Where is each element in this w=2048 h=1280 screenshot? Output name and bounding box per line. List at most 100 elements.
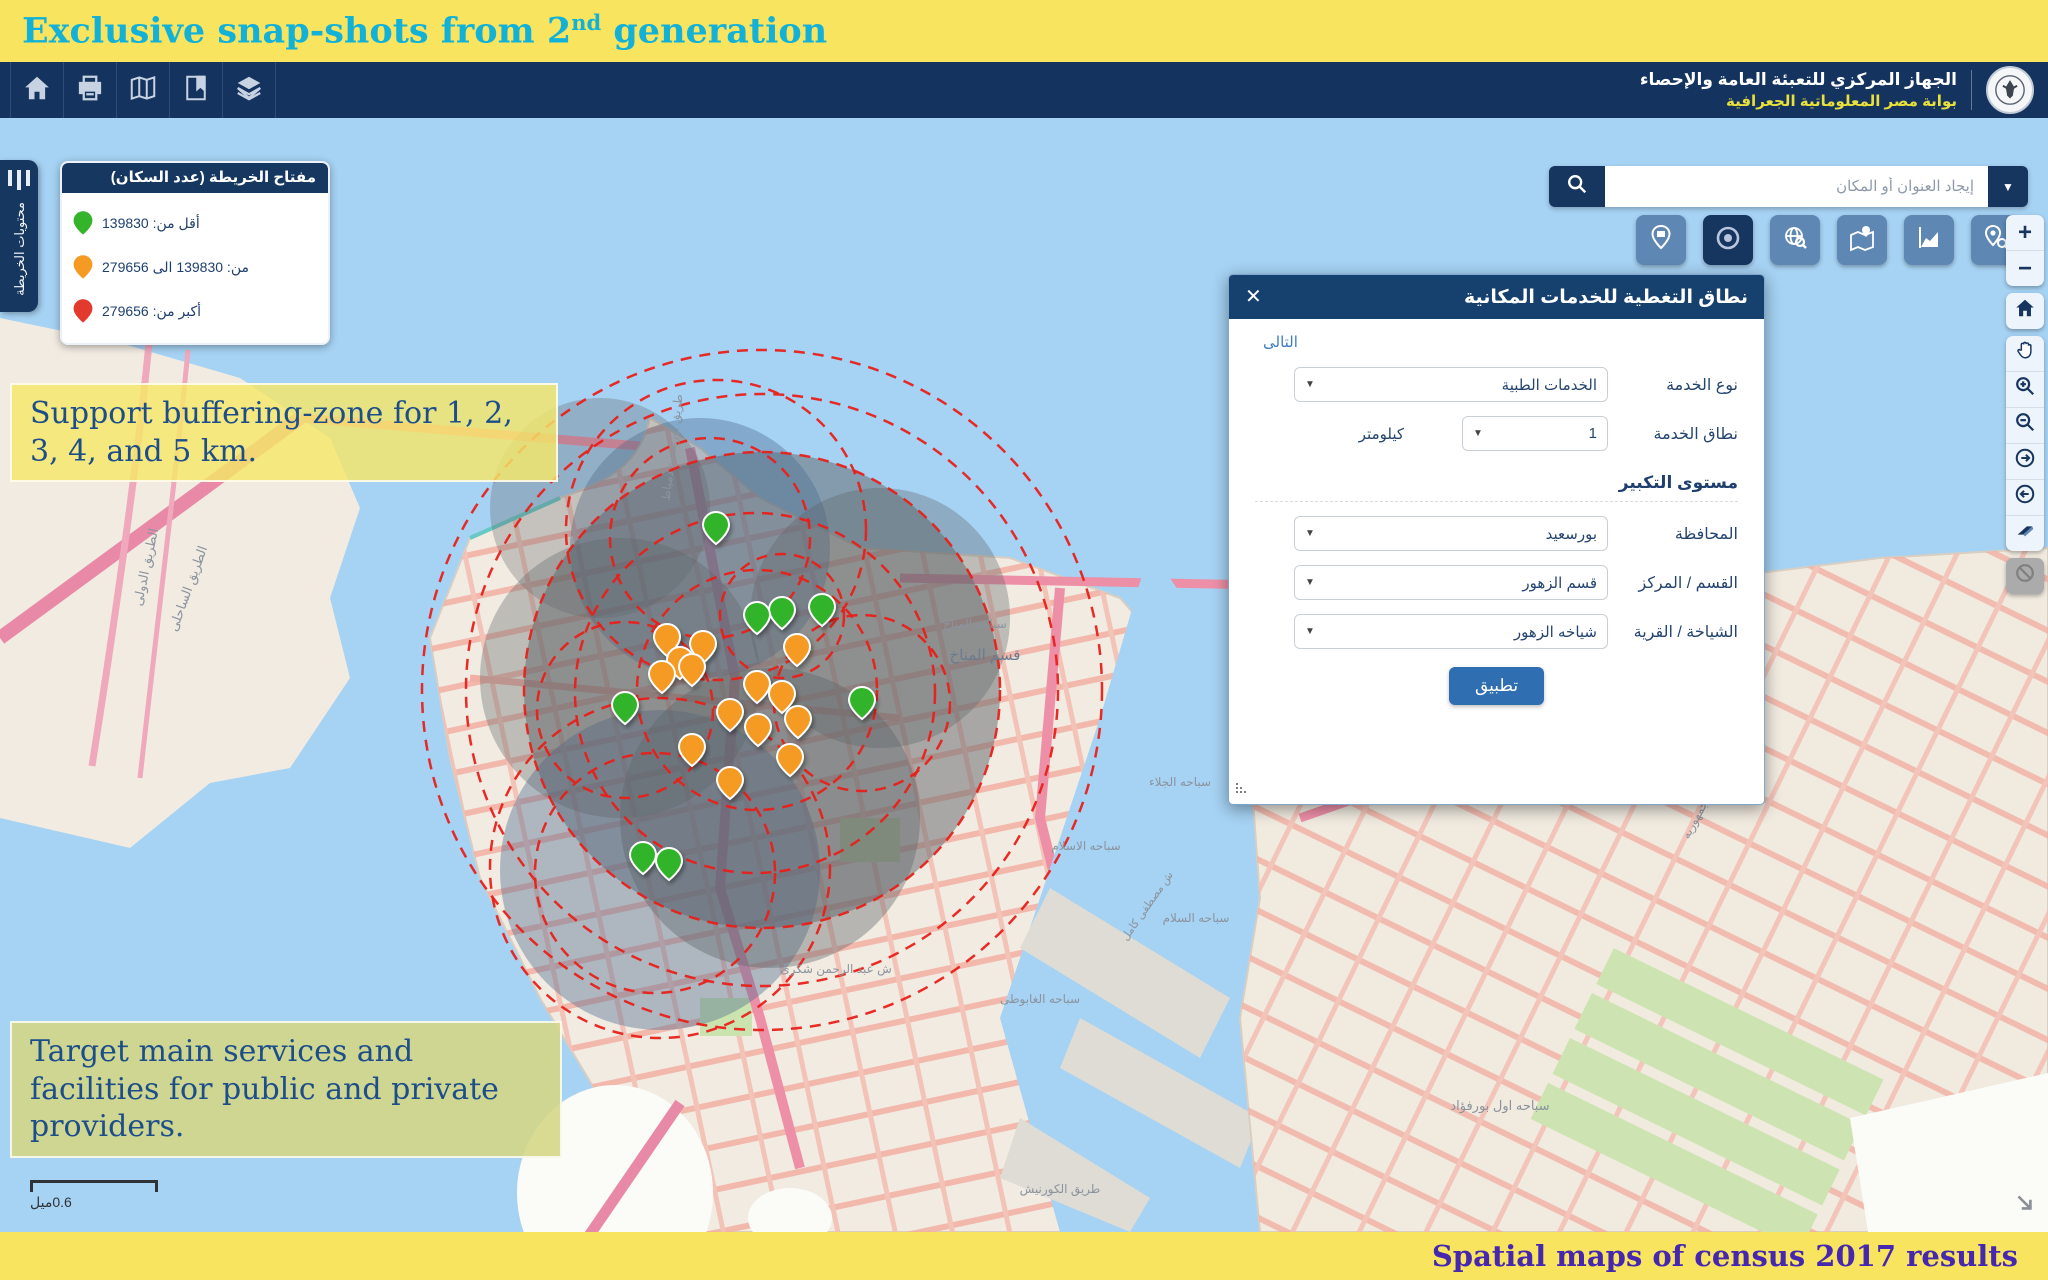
chevron-down-icon: ▼ — [1305, 528, 1315, 539]
streetview-pin-button[interactable] — [1636, 215, 1686, 265]
search-bar: ▼ — [1549, 166, 2028, 207]
dialog-body: التالى نوع الخدمة الخدمات الطبية ▼ نطاق … — [1229, 319, 1764, 804]
attribution-toggle[interactable] — [2012, 1190, 2038, 1221]
area-chart-button[interactable] — [1904, 215, 1954, 265]
map-icon — [128, 73, 158, 108]
legend-panel: مفتاح الخريطة (عدد السكان) أقل من: 13983… — [60, 161, 330, 345]
map-label: طريق الكورنيش — [1020, 1182, 1101, 1197]
service-range-select[interactable]: 1 ▼ — [1462, 416, 1608, 451]
org-title: الجهاز المركزي للتعبئة العامة والإحصاء — [1639, 70, 1957, 90]
chevron-down-icon: ▼ — [1305, 626, 1315, 637]
next-extent-button[interactable] — [2006, 443, 2044, 479]
district-label: القسم / المركز — [1638, 574, 1738, 592]
header-toolbar — [10, 62, 276, 118]
capmas-logo — [1986, 66, 2034, 114]
navigation-rail: + − — [2005, 215, 2045, 594]
map-contents-label: محتويات الخريطة — [11, 202, 27, 296]
banner-title: Exclusive snap-shots from 2nd generation — [22, 10, 828, 52]
district-select[interactable]: قسم الزهور ▼ — [1294, 565, 1608, 600]
default-extent-button[interactable] — [2006, 293, 2044, 329]
map-label: سباحه الاسلام — [1051, 839, 1120, 853]
bookmark-icon — [181, 73, 211, 108]
close-icon[interactable]: ✕ — [1245, 287, 1262, 307]
chevron-down-icon: ▼ — [1305, 379, 1315, 390]
erase-button[interactable] — [2006, 515, 2044, 551]
org-subtitle: بوابة مصر المعلوماتية الجعرافية — [1726, 93, 1957, 111]
pan-button[interactable] — [2006, 336, 2044, 371]
bookmark-button[interactable] — [170, 62, 223, 118]
eraser-icon — [2014, 519, 2036, 548]
map-viewport[interactable]: طريق بورسعيد دمياط الطريق الدولى الطريق ال… — [0, 118, 2048, 1232]
legend-item: من: 139830 الى 279656 — [72, 245, 318, 289]
chevron-down-icon: ▼ — [1305, 577, 1315, 588]
chevron-down-icon: ▼ — [2002, 179, 2014, 194]
map-label: قسم المناخ — [950, 647, 1021, 664]
buffer-target-icon — [1713, 223, 1743, 258]
buffer-annotation: Support buffering-zone for 1, 2, 3, 4, a… — [10, 383, 558, 482]
plus-icon: + — [2017, 218, 2032, 246]
legend-item: أقل من: 139830 — [72, 201, 318, 245]
search-source-dropdown[interactable]: ▼ — [1988, 166, 2028, 207]
section-divider — [1255, 501, 1738, 502]
zoom-out-tool-button[interactable] — [2006, 407, 2044, 443]
zoom-section-title: مستوى التكبير — [1618, 473, 1738, 492]
map-label: سباحه المناخ — [943, 617, 1006, 631]
streetview-pin-icon — [1646, 223, 1676, 258]
sheakha-select[interactable]: شياخه الزهور ▼ — [1294, 614, 1608, 649]
legend-item: أكبر من: 279656 — [72, 289, 318, 333]
search-button[interactable] — [1549, 166, 1605, 207]
minus-icon: − — [2017, 254, 2032, 282]
top-banner: Exclusive snap-shots from 2nd generation — [0, 0, 2048, 62]
legend-bars-icon — [8, 170, 30, 190]
governorate-select[interactable]: بورسعيد ▼ — [1294, 516, 1608, 551]
zoom-in-icon — [2014, 375, 2036, 404]
legend-item-label: أقل من: 139830 — [102, 214, 200, 231]
dialog-title: نطاق التغطية للخدمات المكانية — [1463, 286, 1748, 308]
next-link[interactable]: التالى — [1263, 333, 1298, 351]
map-contents-tab[interactable]: محتويات الخريطة — [0, 160, 38, 312]
app-header: الجهاز المركزي للتعبئة العامة والإحصاء ب… — [0, 62, 2048, 118]
print-icon — [75, 73, 105, 108]
service-range-label: نطاق الخدمة — [1653, 425, 1738, 443]
coverage-dialog: ✕ نطاق التغطية للخدمات المكانية التالى ن… — [1228, 274, 1765, 805]
governorate-label: المحافظة — [1674, 525, 1738, 543]
bottom-banner: Spatial maps of census 2017 results — [0, 1232, 2048, 1280]
disabled-tool-button — [2006, 558, 2044, 594]
zoom-out-icon — [2014, 411, 2036, 440]
zoom-in-tool-button[interactable] — [2006, 371, 2044, 407]
layers-button[interactable] — [223, 62, 276, 118]
dialog-header[interactable]: ✕ نطاق التغطية للخدمات المكانية — [1229, 275, 1764, 319]
footer-caption: Spatial maps of census 2017 results — [1431, 1239, 2018, 1273]
next-extent-icon — [2014, 447, 2036, 476]
scale-label: 0.6ميل — [30, 1194, 72, 1210]
buffer-target-button[interactable] — [1703, 215, 1753, 265]
zoom-in-button[interactable]: + — [2006, 215, 2044, 250]
print-button[interactable] — [64, 62, 117, 118]
map-toolbar — [1636, 215, 2021, 265]
legend-item-label: من: 139830 الى 279656 — [102, 258, 249, 275]
search-input[interactable] — [1605, 166, 1988, 207]
previous-extent-button[interactable] — [2006, 479, 2044, 515]
map-label: سباحه الغابوطى — [1000, 992, 1080, 1007]
home-icon — [22, 73, 52, 108]
chevron-down-icon: ▼ — [1473, 428, 1483, 439]
scale-rule — [30, 1180, 158, 1192]
zoom-out-button[interactable]: − — [2006, 250, 2044, 286]
resize-grip[interactable] — [1235, 781, 1247, 799]
scale-bar: 0.6ميل — [30, 1180, 158, 1211]
apply-button[interactable]: تطبيق — [1448, 667, 1545, 705]
map-label: ش عبد الرحمن شكرى — [780, 962, 892, 977]
basemap-button[interactable] — [117, 62, 170, 118]
target-annotation: Target main services and facilities for … — [10, 1021, 562, 1158]
map-location-button[interactable] — [1837, 215, 1887, 265]
globe-search-button[interactable] — [1770, 215, 1820, 265]
service-range-value: 1 — [1588, 425, 1597, 442]
map-label: سباحه الجلاء — [1149, 775, 1211, 789]
map-location-icon — [1847, 223, 1877, 258]
globe-search-icon — [1780, 223, 1810, 258]
home-button[interactable] — [10, 62, 64, 118]
map-label: سباحه السلام — [1163, 911, 1230, 925]
arrow-down-right-icon — [2012, 1195, 2038, 1220]
service-type-select[interactable]: الخدمات الطبية ▼ — [1294, 367, 1608, 402]
previous-extent-icon — [2014, 483, 2036, 512]
